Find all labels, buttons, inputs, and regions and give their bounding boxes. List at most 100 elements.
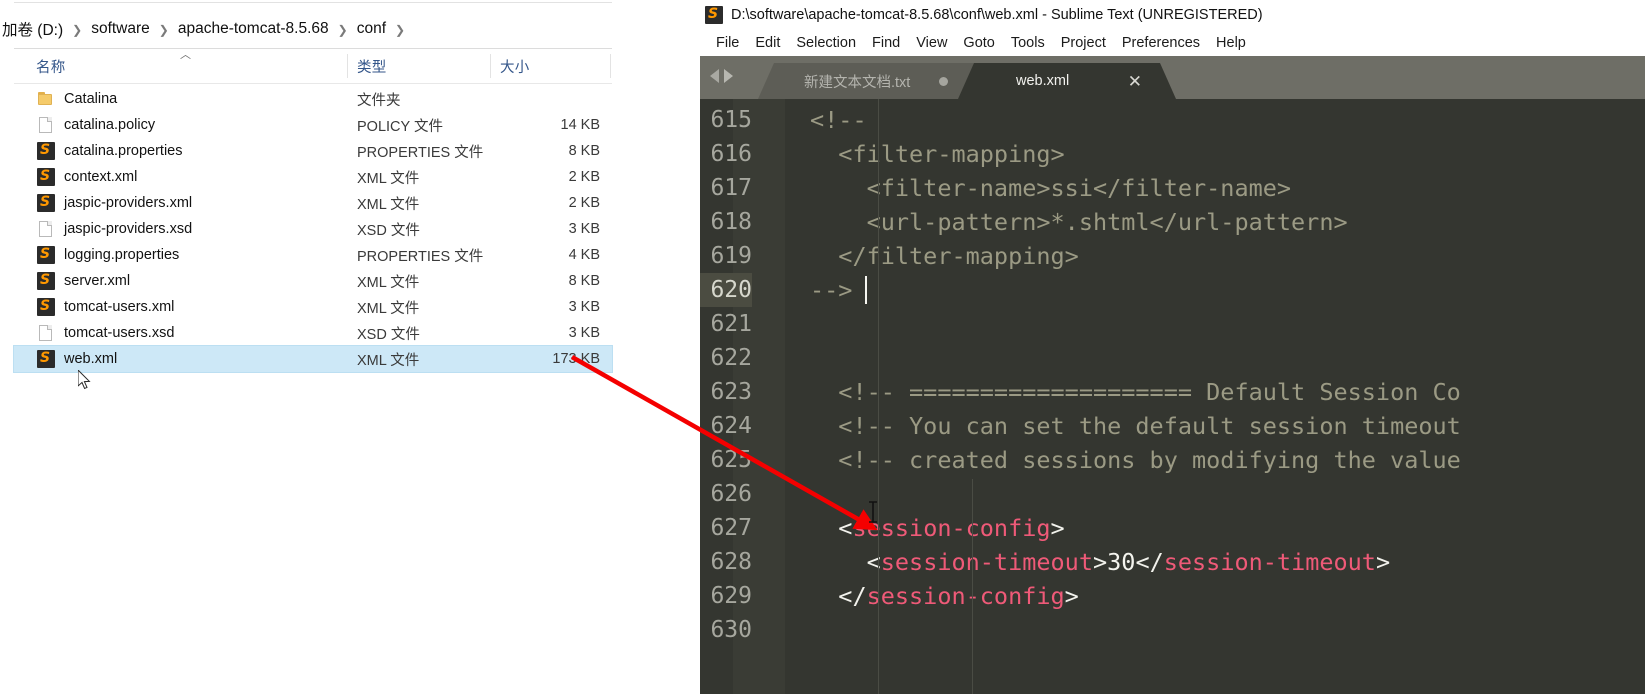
column-header-type[interactable]: 类型 — [347, 49, 386, 83]
text-ibeam-cursor-icon — [869, 501, 877, 523]
breadcrumb-item-3[interactable]: conf — [355, 20, 388, 38]
file-row[interactable]: jaspic-providers.xsd XSD 文件 3 KB — [14, 216, 612, 242]
sort-ascending-icon: ︿ — [180, 49, 191, 61]
code-editor[interactable]: <!-- <filter-mapping> <filter-name>ssi</… — [700, 99, 1645, 694]
code-line[interactable]: </filter-mapping> — [810, 239, 1079, 273]
file-size: 3 KB — [568, 299, 600, 315]
tab-navigation-arrows[interactable] — [710, 69, 733, 83]
file-row[interactable]: Slogging.properties PROPERTIES 文件 4 KB — [14, 242, 612, 268]
code-token-comment: <filter-name>ssi</filter-name> — [810, 174, 1292, 202]
file-name: catalina.policy — [64, 117, 156, 133]
column-header-size[interactable]: 大小 — [490, 49, 529, 83]
sublime-file-icon: S — [36, 141, 56, 161]
sublime-file-icon: S — [36, 297, 56, 317]
file-row[interactable]: Scatalina.properties PROPERTIES 文件 8 KB — [14, 138, 612, 164]
file-row[interactable]: tomcat-users.xsd XSD 文件 3 KB — [14, 320, 612, 346]
menu-item-view[interactable]: View — [908, 35, 955, 51]
text-caret — [865, 276, 867, 304]
file-name: logging.properties — [64, 247, 180, 263]
file-name: Catalina — [64, 91, 118, 107]
file-row[interactable]: Sserver.xml XML 文件 8 KB — [14, 268, 612, 294]
menu-item-edit[interactable]: Edit — [747, 35, 788, 51]
file-explorer-pane: 加卷 (D:) ❯ software ❯ apache-tomcat-8.5.68 ❯ co… — [0, 0, 613, 694]
code-line[interactable]: <session-config> — [810, 511, 1064, 545]
breadcrumb-chevron-icon[interactable]: ❯ — [65, 23, 89, 37]
file-name: tomcat-users.xsd — [64, 325, 175, 341]
code-token-punct: </ — [1135, 548, 1164, 576]
sublime-title-bar: S D:\software\apache-tomcat-8.5.68\conf\… — [700, 0, 1645, 30]
file-row[interactable]: Sjaspic-providers.xml XML 文件 2 KB — [14, 190, 612, 216]
code-line[interactable]: <!-- created sessions by modifying the v… — [810, 443, 1461, 477]
tab-prev-arrow-icon[interactable] — [710, 69, 719, 83]
breadcrumb-item-1[interactable]: software — [89, 20, 152, 38]
tab-bar: 新建文本文档.txt web.xml ✕ — [700, 56, 1645, 99]
code-token-tag: session-config — [866, 582, 1065, 610]
line-number: 617 — [710, 175, 752, 201]
sublime-file-icon: S — [36, 349, 56, 369]
code-line[interactable]: <session-timeout>30</session-timeout> — [810, 545, 1391, 579]
file-row-selected[interactable]: Sweb.xml XML 文件 173 KB — [13, 345, 613, 373]
mouse-pointer-icon — [78, 370, 91, 390]
code-line[interactable]: <filter-name>ssi</filter-name> — [810, 171, 1291, 205]
breadcrumb-item-0[interactable]: 加卷 (D:) — [0, 18, 65, 40]
close-icon[interactable]: ✕ — [1128, 73, 1142, 90]
tab-next-arrow-icon[interactable] — [724, 69, 733, 83]
file-size: 8 KB — [568, 273, 600, 289]
file-row[interactable]: Scontext.xml XML 文件 2 KB — [14, 164, 612, 190]
line-number: 629 — [710, 583, 752, 609]
line-number: 624 — [710, 413, 752, 439]
column-divider-3[interactable] — [610, 54, 611, 78]
file-size: 4 KB — [568, 247, 600, 263]
breadcrumb-chevron-icon[interactable]: ❯ — [331, 23, 355, 37]
code-line[interactable]: --> — [810, 273, 852, 307]
code-line[interactable]: <url-pattern>*.shtml</url-pattern> — [810, 205, 1348, 239]
tab-unsaved-dot-icon[interactable] — [939, 76, 948, 86]
tab-new-text-document[interactable]: 新建文本文档.txt — [758, 63, 990, 99]
file-row[interactable]: Stomcat-users.xml XML 文件 3 KB — [14, 294, 612, 320]
code-line[interactable]: </session-config> — [810, 579, 1079, 613]
menu-item-find[interactable]: Find — [864, 35, 908, 51]
breadcrumb[interactable]: 加卷 (D:) ❯ software ❯ apache-tomcat-8.5.68 ❯ co… — [0, 15, 412, 43]
column-header-divider — [14, 83, 612, 84]
code-token-comment: <url-pattern>*.shtml</url-pattern> — [810, 208, 1348, 236]
file-name: jaspic-providers.xml — [64, 195, 193, 211]
menu-item-help[interactable]: Help — [1208, 35, 1254, 51]
line-number: 616 — [710, 141, 752, 167]
file-size: 14 KB — [560, 117, 601, 133]
code-token-punct: > — [1064, 582, 1079, 610]
code-token-tag: session-timeout — [880, 548, 1093, 576]
document-icon — [36, 115, 56, 135]
code-token-punct: </ — [810, 582, 867, 610]
file-name: web.xml — [64, 351, 118, 367]
column-divider-1[interactable] — [347, 54, 348, 78]
menu-item-selection[interactable]: Selection — [788, 35, 864, 51]
breadcrumb-chevron-icon[interactable]: ❯ — [388, 23, 412, 37]
breadcrumb-item-2[interactable]: apache-tomcat-8.5.68 — [176, 20, 331, 38]
file-row[interactable]: catalina.policy POLICY 文件 14 KB — [14, 112, 612, 138]
file-row[interactable]: Catalina 文件夹 — [14, 86, 612, 112]
column-header-name[interactable]: 名称 — [36, 49, 65, 83]
menu-item-preferences[interactable]: Preferences — [1114, 35, 1208, 51]
file-type: PROPERTIES 文件 — [357, 248, 484, 265]
code-token-comment: <!-- — [810, 106, 867, 134]
file-size: 8 KB — [568, 143, 600, 159]
breadcrumb-chevron-icon[interactable]: ❯ — [152, 23, 176, 37]
menu-item-tools[interactable]: Tools — [1003, 35, 1053, 51]
code-line[interactable]: <!-- ==================== Default Sessio… — [810, 375, 1461, 409]
file-name: server.xml — [64, 273, 131, 289]
code-token-comment: <!-- ==================== Default Sessio… — [810, 378, 1461, 406]
column-divider-2[interactable] — [490, 54, 491, 78]
line-number: 620 — [700, 273, 752, 307]
code-token-tag: session-timeout — [1163, 548, 1376, 576]
code-line[interactable]: <!-- You can set the default session tim… — [810, 409, 1461, 443]
file-name: jaspic-providers.xsd — [64, 221, 193, 237]
code-line[interactable]: <!-- — [810, 103, 867, 137]
menu-item-project[interactable]: Project — [1053, 35, 1114, 51]
tab-web-xml[interactable]: web.xml ✕ — [958, 63, 1176, 99]
menu-item-file[interactable]: File — [708, 35, 747, 51]
file-type: 文件夹 — [357, 92, 401, 109]
file-size: 3 KB — [568, 221, 600, 237]
file-name: catalina.properties — [64, 143, 183, 159]
code-line[interactable]: <filter-mapping> — [810, 137, 1064, 171]
menu-item-goto[interactable]: Goto — [955, 35, 1002, 51]
